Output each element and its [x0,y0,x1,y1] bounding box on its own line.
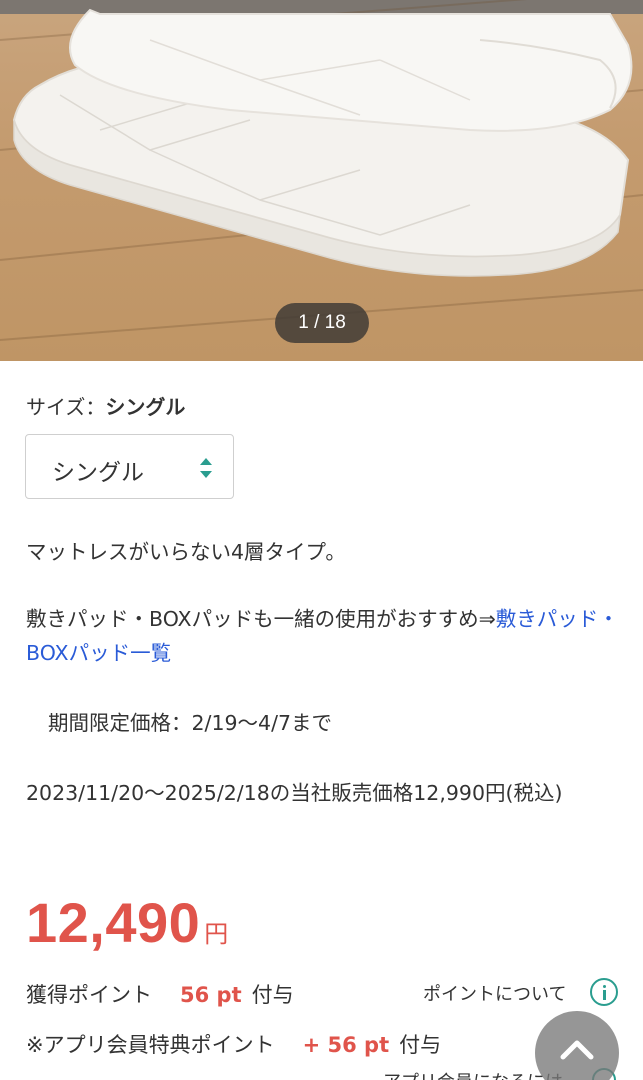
description-recommendation: 敷きパッド・BOXパッドも一緒の使用がおすすめ⇒敷きパッド・BOXパッド一覧 [26,602,626,670]
app-member-link[interactable]: アプリ会員になるには [383,1068,563,1080]
select-arrows-icon [200,458,212,478]
price-unit: 円 [204,921,229,948]
recommendation-text: 敷きパッド・BOXパッドも一緒の使用がおすすめ⇒ [26,607,496,631]
reference-price: 2023/11/20〜2025/2/18の当社販売価格12,990円(税込) [26,781,563,805]
size-select-value: シングル [52,460,144,486]
size-label-value: シングル [105,395,186,419]
image-counter: 1 / 18 [275,303,369,343]
app-points-suffix: 付与 [399,1033,442,1057]
about-points-link[interactable]: ポイントについて [423,980,566,1006]
chevron-up-icon [560,1040,594,1060]
price-amount: 12,490 [26,891,201,954]
size-label-text: サイズ： [26,395,106,419]
size-label: サイズ：シングル [26,391,185,420]
price: 12,490 円 [26,890,228,955]
app-points-row: ※アプリ会員特典ポイント + 56 pt 付与 [26,1029,441,1059]
info-icon[interactable] [590,978,618,1006]
earned-points-label: 獲得ポイント [26,983,152,1007]
app-points-value: + 56 pt [302,1033,390,1057]
limited-period: 期間限定価格：2/19〜4/7まで [48,711,333,735]
earned-points-value: 56 pt [180,983,242,1007]
earned-points-row: 獲得ポイント 56 pt 付与 [26,979,294,1009]
scroll-to-top-button[interactable] [535,1011,619,1080]
app-points-label: ※アプリ会員特典ポイント [26,1033,275,1057]
size-select[interactable]: シングル [25,434,234,499]
description-line-1: マットレスがいらない4層タイプ。 [26,540,346,564]
product-image[interactable]: 1 / 18 [0,0,643,361]
earned-points-suffix: 付与 [251,983,294,1007]
